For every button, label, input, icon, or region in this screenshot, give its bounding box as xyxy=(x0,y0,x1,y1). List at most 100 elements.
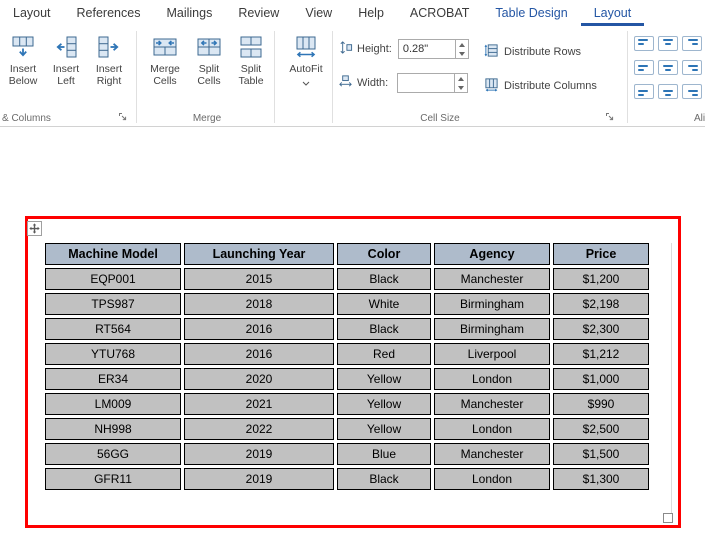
stepper-down-icon[interactable] xyxy=(458,85,465,90)
ribbon-tab-view[interactable]: View xyxy=(292,0,345,26)
align-top-left-button[interactable] xyxy=(634,36,654,51)
table-cell[interactable]: Manchester xyxy=(434,268,550,290)
table-cell[interactable]: London xyxy=(434,418,550,440)
align-center-left-button[interactable] xyxy=(634,60,654,75)
cell-size-group-label: Cell Size xyxy=(420,113,460,124)
table-cell[interactable]: Red xyxy=(337,343,431,365)
table-cell[interactable]: 2018 xyxy=(184,293,334,315)
height-stepper[interactable] xyxy=(455,39,469,59)
table-move-handle[interactable] xyxy=(27,221,42,236)
ribbon-tab-references[interactable]: References xyxy=(64,0,154,26)
table-cell[interactable]: Liverpool xyxy=(434,343,550,365)
table-cell[interactable]: Birmingham xyxy=(434,318,550,340)
align-bottom-center-button[interactable] xyxy=(658,84,678,99)
insert-right-button[interactable]: Insert Right xyxy=(87,31,131,107)
table-cell[interactable]: Manchester xyxy=(434,393,550,415)
split-table-button[interactable]: Split Table xyxy=(230,31,272,107)
width-input[interactable] xyxy=(397,73,456,93)
width-stepper[interactable] xyxy=(455,73,469,93)
table-row: ER34 2020 Yellow London $1,000 xyxy=(45,368,649,390)
table-cell[interactable]: $1,500 xyxy=(553,443,649,465)
table-cell[interactable]: 2022 xyxy=(184,418,334,440)
autofit-icon xyxy=(293,31,319,63)
table-cell[interactable]: $1,200 xyxy=(553,268,649,290)
align-top-right-button[interactable] xyxy=(682,36,702,51)
table-cell[interactable]: YTU768 xyxy=(45,343,181,365)
table-cell[interactable]: GFR11 xyxy=(45,468,181,490)
ribbon-tab-layout[interactable]: Layout xyxy=(0,0,64,26)
table-cell[interactable]: TPS987 xyxy=(45,293,181,315)
merge-cells-button[interactable]: Merge Cells xyxy=(142,31,188,107)
table-cell[interactable]: 2019 xyxy=(184,468,334,490)
table-cell[interactable]: ER34 xyxy=(45,368,181,390)
column-header[interactable]: Machine Model xyxy=(45,243,181,265)
table-cell[interactable]: $1,212 xyxy=(553,343,649,365)
move-arrows-icon xyxy=(29,223,40,234)
align-bottom-left-button[interactable] xyxy=(634,84,654,99)
table-cell[interactable]: EQP001 xyxy=(45,268,181,290)
ribbon-tab-help[interactable]: Help xyxy=(345,0,397,26)
insert-below-icon xyxy=(10,31,36,63)
cell-size-dialog-launcher[interactable] xyxy=(604,111,616,123)
table-cell[interactable]: Black xyxy=(337,468,431,490)
insert-right-icon xyxy=(96,31,122,63)
table-cell[interactable]: Yellow xyxy=(337,418,431,440)
table-cell[interactable]: White xyxy=(337,293,431,315)
split-cells-label: Split Cells xyxy=(197,63,221,88)
table-cell[interactable]: 2019 xyxy=(184,443,334,465)
insert-below-button[interactable]: Insert Below xyxy=(1,31,45,107)
insert-left-button[interactable]: Insert Left xyxy=(46,31,86,107)
ribbon-tab-table-design[interactable]: Table Design xyxy=(482,0,580,26)
column-header[interactable]: Color xyxy=(337,243,431,265)
table-cell[interactable]: Black xyxy=(337,318,431,340)
stepper-up-icon[interactable] xyxy=(458,76,465,81)
ribbon-tab-review[interactable]: Review xyxy=(225,0,292,26)
ribbon-tab-mailings[interactable]: Mailings xyxy=(153,0,225,26)
height-input[interactable] xyxy=(397,39,456,59)
table-cell[interactable]: 2016 xyxy=(184,318,334,340)
insert-below-label: Insert Below xyxy=(8,63,38,88)
table-cell[interactable]: Manchester xyxy=(434,443,550,465)
split-cells-button[interactable]: Split Cells xyxy=(189,31,229,107)
table-cell[interactable]: $2,198 xyxy=(553,293,649,315)
table-cell[interactable]: $2,300 xyxy=(553,318,649,340)
table-cell[interactable]: 2016 xyxy=(184,343,334,365)
table-cell[interactable]: Blue xyxy=(337,443,431,465)
stepper-up-icon[interactable] xyxy=(458,42,465,47)
rows-columns-dialog-launcher[interactable] xyxy=(117,111,129,123)
table-cell[interactable]: 2020 xyxy=(184,368,334,390)
table-cell[interactable]: London xyxy=(434,468,550,490)
align-center-right-button[interactable] xyxy=(682,60,702,75)
column-header[interactable]: Launching Year xyxy=(184,243,334,265)
table-cell[interactable]: 56GG xyxy=(45,443,181,465)
table-cell[interactable]: Birmingham xyxy=(434,293,550,315)
table-cell[interactable]: $990 xyxy=(553,393,649,415)
column-header[interactable]: Agency xyxy=(434,243,550,265)
align-center-center-button[interactable] xyxy=(658,60,678,75)
table-cell[interactable]: 2021 xyxy=(184,393,334,415)
distribute-rows-button[interactable]: Distribute Rows xyxy=(484,43,581,61)
table-cell[interactable]: NH998 xyxy=(45,418,181,440)
table-row: TPS987 2018 White Birmingham $2,198 xyxy=(45,293,649,315)
table-cell[interactable]: Yellow xyxy=(337,368,431,390)
stepper-down-icon[interactable] xyxy=(458,51,465,56)
table-cell[interactable]: Yellow xyxy=(337,393,431,415)
table-cell[interactable]: $1,000 xyxy=(553,368,649,390)
table-cell[interactable]: LM009 xyxy=(45,393,181,415)
table-cell[interactable]: London xyxy=(434,368,550,390)
column-header[interactable]: Price xyxy=(553,243,649,265)
autofit-button[interactable]: AutoFit xyxy=(283,31,329,107)
align-bottom-right-button[interactable] xyxy=(682,84,702,99)
table-cell[interactable]: $1,300 xyxy=(553,468,649,490)
table-cell[interactable]: $2,500 xyxy=(553,418,649,440)
table-resize-handle[interactable] xyxy=(663,513,673,523)
distribute-columns-icon xyxy=(484,77,499,95)
ribbon-tab-table-layout[interactable]: Layout xyxy=(580,0,645,26)
align-top-center-button[interactable] xyxy=(658,36,678,51)
table-cell[interactable]: RT564 xyxy=(45,318,181,340)
table-cell[interactable]: 2015 xyxy=(184,268,334,290)
table-cell[interactable]: Black xyxy=(337,268,431,290)
distribute-columns-button[interactable]: Distribute Columns xyxy=(484,77,597,95)
ribbon-tab-acrobat[interactable]: ACROBAT xyxy=(397,0,483,26)
data-table: Machine Model Launching Year Color Agency Pr… xyxy=(42,240,652,493)
